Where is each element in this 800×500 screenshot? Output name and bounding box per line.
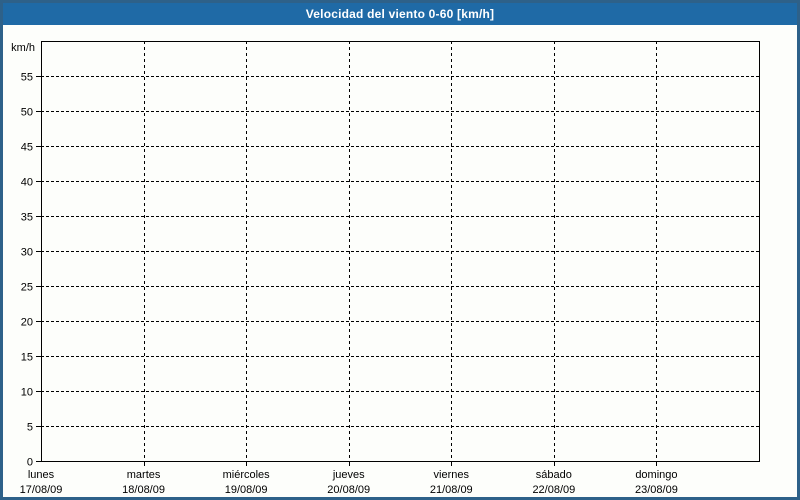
x-date-label: 17/08/09 (20, 484, 63, 496)
x-date-label: 21/08/09 (430, 484, 473, 496)
y-axis-unit-label: km/h (11, 42, 35, 54)
x-day-label: martes (127, 469, 161, 481)
y-tick-label: 45 (21, 142, 33, 154)
x-date-label: 22/08/09 (532, 484, 575, 496)
y-tick-label: 5 (27, 422, 33, 434)
x-day-label: viernes (434, 469, 470, 481)
x-day-label: domingo (635, 469, 677, 481)
x-day-label: sábado (536, 469, 572, 481)
y-tick-label: 40 (21, 177, 33, 189)
x-date-label: 23/08/09 (635, 484, 678, 496)
y-tick-label: 10 (21, 387, 33, 399)
chart-area: 0 5 10 15 20 25 30 35 40 45 50 55 lunes 17/08/09 marte… (3, 25, 797, 497)
x-date-label: 20/08/09 (327, 484, 370, 496)
x-day-label: jueves (332, 469, 365, 481)
y-tick-label: 35 (21, 212, 33, 224)
y-tick-label: 30 (21, 247, 33, 259)
y-tick-label: 20 (21, 317, 33, 329)
x-day-label: lunes (28, 469, 55, 481)
y-tick-label: 25 (21, 282, 33, 294)
y-tick-label: 55 (21, 72, 33, 84)
x-date-label: 19/08/09 (225, 484, 268, 496)
x-date-label: 18/08/09 (122, 484, 165, 496)
x-day-label: miércoles (223, 469, 271, 481)
y-tick-label: 15 (21, 352, 33, 364)
chart-title-bar: Velocidad del viento 0-60 [km/h] (3, 3, 797, 25)
wind-chart-svg: 0 5 10 15 20 25 30 35 40 45 50 55 lunes 17/08/09 marte… (3, 25, 797, 497)
chart-title: Velocidad del viento 0-60 [km/h] (306, 7, 494, 21)
chart-window: Velocidad del viento 0-60 [km/h] 0 5 10 15 2… (0, 0, 800, 500)
y-tick-label: 0 (27, 457, 33, 469)
y-tick-label: 50 (21, 107, 33, 119)
